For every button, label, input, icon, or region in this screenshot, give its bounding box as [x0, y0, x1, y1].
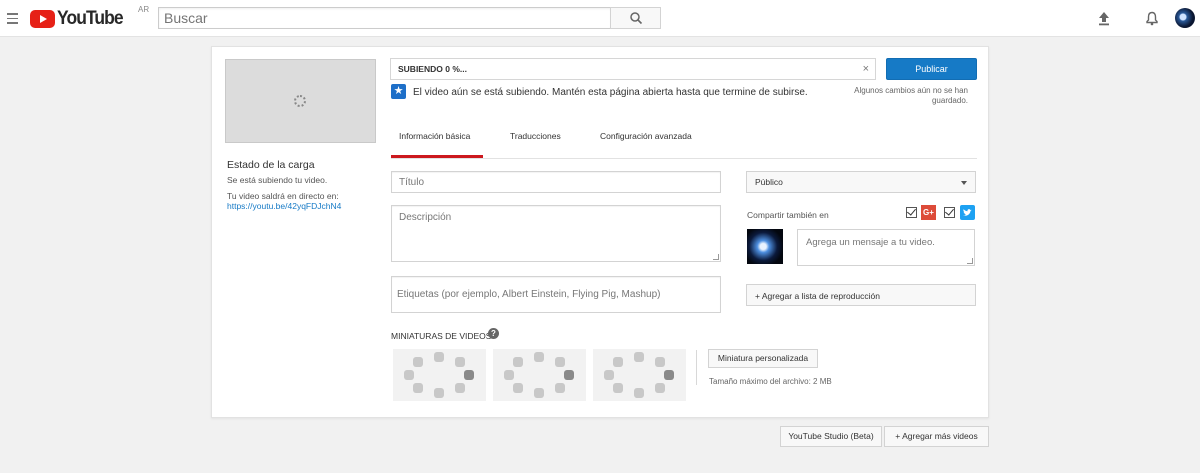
thumbnails-title: MINIATURAS DE VIDEOS	[391, 331, 492, 341]
search-input[interactable]	[158, 7, 611, 29]
logo-country-code: AR	[138, 5, 150, 14]
channel-avatar	[747, 229, 783, 264]
thumbnail-placeholder-dot	[555, 382, 565, 393]
add-more-videos-button[interactable]: + Agregar más videos	[884, 426, 989, 447]
description-field[interactable]: Descripción	[391, 205, 721, 262]
thumbnail-placeholder-dot	[664, 370, 674, 380]
cancel-upload-icon[interactable]: ×	[863, 63, 869, 75]
thumbnail-placeholder-dot	[513, 382, 523, 393]
privacy-value: Público	[755, 177, 783, 187]
thumbnail-placeholder-dot	[613, 382, 623, 393]
video-preview-placeholder	[225, 59, 376, 143]
add-to-playlist-button[interactable]: + Agregar a lista de reproducción	[746, 284, 976, 306]
thumbnail-placeholder-dot	[534, 352, 544, 362]
video-link[interactable]: https://youtu.be/42yqFDJchN4	[227, 201, 341, 211]
thumbnail-placeholder-dot	[413, 382, 423, 393]
upload-icon[interactable]	[1096, 10, 1112, 26]
google-plus-icon: G+	[921, 205, 936, 220]
twitter-icon	[960, 205, 975, 220]
active-tab-indicator	[391, 155, 483, 158]
google-plus-checkbox[interactable]	[906, 206, 917, 218]
thumbnail-placeholder-dot	[655, 357, 665, 368]
youtube-logo[interactable]: YouTube AR	[30, 5, 149, 29]
account-avatar[interactable]	[1175, 8, 1195, 28]
top-bar: YouTube AR	[0, 0, 1200, 37]
privacy-select[interactable]: Público	[746, 171, 976, 193]
thumbnail-placeholder-dot	[513, 357, 523, 368]
thumbnail-placeholder-dot	[413, 357, 423, 368]
notifications-bell-icon[interactable]	[1144, 10, 1160, 26]
thumbnail-option-1[interactable]	[393, 349, 486, 401]
chevron-down-icon	[961, 181, 967, 185]
live-url-label: Tu video saldrá en directo en:	[227, 191, 339, 201]
description-placeholder: Descripción	[399, 212, 452, 223]
thumbnail-placeholder-dot	[634, 352, 644, 362]
upload-card: Estado de la carga Se está subiendo tu v…	[211, 46, 989, 418]
thumbnail-placeholder-dot	[434, 388, 444, 398]
publish-button[interactable]: Publicar	[886, 58, 977, 80]
thumbnail-placeholder-dot	[504, 370, 514, 380]
tab-translations[interactable]: Traducciones	[510, 131, 561, 141]
thumbnail-placeholder-dot	[464, 370, 474, 380]
upload-progress-label: SUBIENDO 0 %...	[398, 64, 467, 74]
checkmark-icon	[907, 206, 916, 216]
max-file-size-note: Tamaño máximo del archivo: 2 MB	[709, 377, 832, 386]
thumbnail-option-3[interactable]	[593, 349, 686, 401]
thumbnail-option-2[interactable]	[493, 349, 586, 401]
star-info-icon: ★	[391, 84, 406, 99]
play-logo-icon	[30, 10, 55, 28]
custom-thumbnail-button[interactable]: Miniatura personalizada	[708, 349, 818, 368]
logo-text: YouTube	[57, 8, 124, 29]
youtube-studio-button[interactable]: YouTube Studio (Beta)	[780, 426, 882, 447]
share-message-field[interactable]: Agrega un mensaje a tu video.	[797, 229, 975, 266]
tabs: Información básica Traducciones Configur…	[391, 123, 977, 159]
tags-field[interactable]: Etiquetas (por ejemplo, Albert Einstein,…	[391, 276, 721, 313]
thumbnail-placeholder-dot	[613, 357, 623, 368]
thumbnail-placeholder-dot	[655, 382, 665, 393]
search-icon	[630, 12, 643, 25]
help-icon[interactable]: ?	[488, 328, 499, 339]
title-field[interactable]: Título	[391, 171, 721, 193]
share-label: Compartir también en	[747, 210, 829, 220]
upload-info-message: El video aún se está subiendo. Mantén es…	[413, 87, 808, 98]
tab-basic-info[interactable]: Información básica	[399, 131, 470, 141]
resize-handle-icon[interactable]	[713, 254, 719, 260]
search-button[interactable]	[610, 7, 661, 29]
thumbnail-placeholder-dot	[634, 388, 644, 398]
divider	[696, 350, 697, 385]
thumbnail-placeholder-dot	[455, 382, 465, 393]
thumbnail-placeholder-dot	[604, 370, 614, 380]
loading-spinner-icon	[294, 95, 306, 107]
upload-status-title: Estado de la carga	[227, 159, 315, 171]
thumbnail-placeholder-dot	[534, 388, 544, 398]
share-message-placeholder: Agrega un mensaje a tu video.	[806, 237, 935, 248]
resize-handle-icon[interactable]	[967, 258, 973, 264]
menu-icon[interactable]	[7, 13, 18, 24]
tab-advanced-settings[interactable]: Configuración avanzada	[600, 131, 692, 141]
upload-status-text: Se está subiendo tu video.	[227, 175, 328, 185]
thumbnail-placeholder-dot	[434, 352, 444, 362]
unsaved-changes-note: Algunos cambios aún no se han guardado.	[854, 86, 968, 105]
upload-progress-bar: SUBIENDO 0 %... ×	[390, 58, 876, 80]
thumbnail-placeholder-dot	[455, 357, 465, 368]
thumbnail-placeholder-dot	[404, 370, 414, 380]
checkmark-icon	[945, 206, 954, 216]
twitter-checkbox[interactable]	[944, 206, 955, 218]
thumbnail-placeholder-dot	[555, 357, 565, 368]
thumbnail-placeholder-dot	[564, 370, 574, 380]
